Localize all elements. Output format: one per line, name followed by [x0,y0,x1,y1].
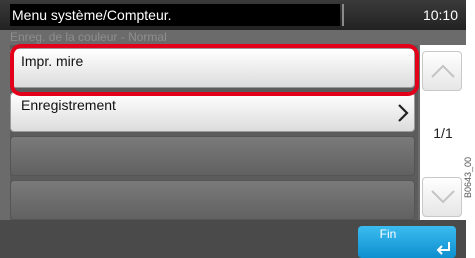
list-item-empty [10,136,415,176]
scroll-up-button[interactable] [422,51,462,91]
list-item-enregistrement[interactable]: Enregistrement [10,92,415,132]
page-indicator: 1/1 [433,125,453,141]
chevron-up-icon [431,64,455,78]
enter-return-icon [436,242,450,255]
list-item-empty [10,180,415,220]
breadcrumb: Enreg. de la couleur - Normal [10,30,167,44]
list-item-label: Impr. mire [21,53,84,69]
chevron-right-icon [398,104,409,122]
clock: 10:10 [422,7,458,23]
chevron-down-icon [431,190,455,204]
fin-button-label: Fin [379,227,397,241]
title-bar: Menu système/Compteur. 10:10 [0,0,466,30]
figure-code: B0643_00 [463,156,473,198]
title-divider [342,4,344,26]
scroll-column: 1/1 [420,45,466,220]
list-item-label: Enregistrement [21,97,116,113]
scroll-down-button[interactable] [422,177,462,217]
list-item-impr-mire[interactable]: Impr. mire [10,48,415,88]
control-panel-screen: Menu système/Compteur. 10:10 Enreg. de l… [0,0,466,258]
fin-button[interactable]: Fin [358,226,456,258]
screen-title: Menu système/Compteur. [10,4,340,26]
